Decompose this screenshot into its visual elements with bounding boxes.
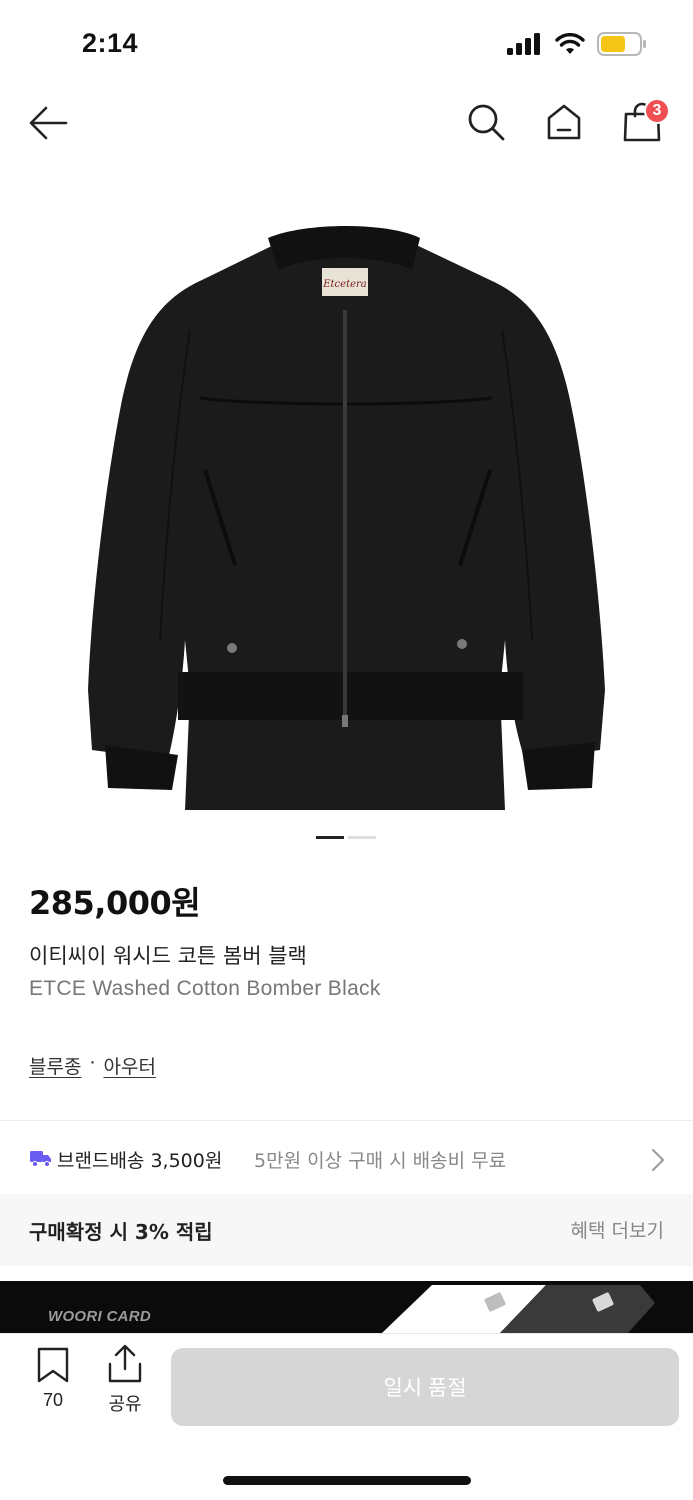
status-bar: 2:14: [0, 0, 693, 90]
signal-icon: [507, 33, 543, 59]
points-benefit-text: 구매확정 시 3% 적립: [29, 1220, 213, 1244]
cart-count-badge: 3: [644, 98, 670, 124]
bookmark-button[interactable]: 70: [33, 1346, 73, 1411]
jacket-image: Etcetera: [88, 226, 605, 810]
category-separator: ·: [89, 1052, 96, 1074]
bookmark-count: 70: [42, 1390, 64, 1410]
category-link-blouson[interactable]: 블루종: [29, 1052, 81, 1079]
card-promo-banner[interactable]: WOORI CARD: [0, 1281, 693, 1333]
card-graphic: [382, 1285, 655, 1333]
home-indicator: [223, 1476, 471, 1485]
benefit-row: 구매확정 시 3% 적립 혜택 더보기: [0, 1194, 693, 1266]
status-icons: [507, 32, 647, 60]
share-icon: [108, 1344, 142, 1383]
status-time: 2:14: [82, 28, 139, 58]
sold-out-button[interactable]: 일시 품절: [171, 1348, 679, 1426]
section-divider: [0, 1120, 693, 1121]
product-name-english: ETCE Washed Cotton Bomber Black: [29, 977, 381, 1000]
free-shipping-note: 5만원 이상 구매 시 배송비 무료: [254, 1150, 507, 1172]
search-button[interactable]: [466, 102, 506, 142]
chevron-right-icon: [651, 1148, 665, 1176]
cart-button[interactable]: 3: [622, 98, 670, 144]
category-link-outer[interactable]: 아우터: [104, 1052, 156, 1079]
back-arrow-icon: [29, 106, 68, 140]
product-price: 285,000원: [29, 884, 201, 922]
shipping-fee-label: 브랜드배송 3,500원: [57, 1150, 223, 1172]
search-icon: [468, 104, 505, 141]
pager-dot: [348, 836, 376, 839]
truck-icon: [30, 1149, 52, 1171]
category-breadcrumb: 블루종 · 아우터: [29, 1052, 156, 1079]
bookmark-icon: [37, 1347, 69, 1383]
battery-icon: [597, 32, 647, 60]
share-label: 공유: [108, 1394, 142, 1415]
top-nav-bar: 3: [0, 92, 693, 154]
back-button[interactable]: [28, 102, 70, 144]
home-icon: [547, 104, 581, 140]
share-button[interactable]: 공유: [102, 1344, 148, 1416]
wifi-icon: [555, 33, 585, 59]
benefit-more-link[interactable]: 혜택 더보기: [571, 1216, 664, 1243]
home-button[interactable]: [544, 102, 584, 142]
pager-dot-active: [316, 836, 344, 839]
image-pager: [316, 836, 376, 839]
bottom-action-bar: 70 공유 일시 품절: [0, 1333, 693, 1500]
svg-text:Etcetera: Etcetera: [322, 279, 367, 290]
shipping-info-row[interactable]: 브랜드배송 3,500원 5만원 이상 구매 시 배송비 무료: [0, 1122, 693, 1194]
product-name-korean: 이티씨이 워시드 코튼 봄버 블랙: [29, 944, 307, 968]
product-image[interactable]: Etcetera: [0, 170, 693, 820]
